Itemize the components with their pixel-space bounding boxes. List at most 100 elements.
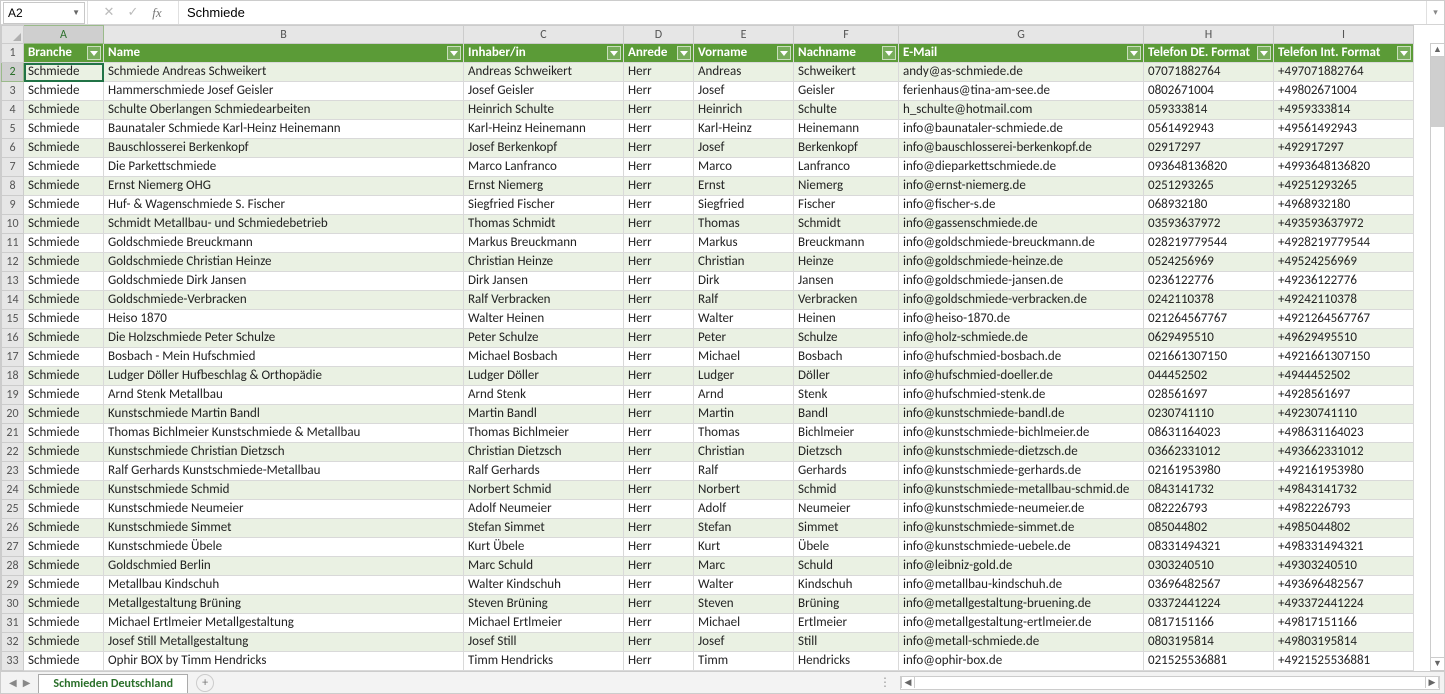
cell[interactable]: 059333814 xyxy=(1144,101,1274,120)
formula-input-wrap[interactable] xyxy=(179,1,1426,24)
cell[interactable]: Schmiede xyxy=(24,291,104,310)
cell[interactable]: info@baunataler-schmiede.de xyxy=(899,120,1144,139)
name-box-input[interactable] xyxy=(8,6,68,20)
column-header[interactable]: D xyxy=(624,26,694,44)
sheet-nav-next-icon[interactable]: ▶ xyxy=(23,676,31,689)
cell[interactable]: Schmiede xyxy=(24,557,104,576)
cell[interactable]: Ernst Niemerg OHG xyxy=(104,177,464,196)
cell[interactable]: 028561697 xyxy=(1144,386,1274,405)
cell[interactable]: +49230741110 xyxy=(1274,405,1414,424)
cell[interactable]: Bichlmeier xyxy=(794,424,899,443)
cell[interactable]: Schulte xyxy=(794,101,899,120)
cell[interactable]: Herr xyxy=(624,234,694,253)
fx-icon[interactable]: fx xyxy=(150,5,164,21)
cell[interactable]: 0230741110 xyxy=(1144,405,1274,424)
cell[interactable]: info@metall-schmiede.de xyxy=(899,633,1144,652)
cell[interactable]: info@bauschlosserei-berkenkopf.de xyxy=(899,139,1144,158)
table-header-cell[interactable]: Telefon Int. Format xyxy=(1274,44,1414,63)
cell[interactable]: +4968932180 xyxy=(1274,196,1414,215)
cell[interactable]: Martin xyxy=(694,405,794,424)
cell[interactable]: Herr xyxy=(624,63,694,82)
cell[interactable]: Josef Geisler xyxy=(464,82,624,101)
cell[interactable]: Timm xyxy=(694,652,794,671)
cell[interactable]: +4921661307150 xyxy=(1274,348,1414,367)
cell[interactable]: Thomas xyxy=(694,424,794,443)
cell[interactable]: info@kunstschmiede-neumeier.de xyxy=(899,500,1144,519)
cell[interactable]: 07071882764 xyxy=(1144,63,1274,82)
cell[interactable]: Hammerschmiede Josef Geisler xyxy=(104,82,464,101)
column-header[interactable]: G xyxy=(899,26,1144,44)
cell[interactable]: Ralf xyxy=(694,291,794,310)
cell[interactable]: Michael xyxy=(694,671,794,672)
cell[interactable]: Bauschlosserei Berkenkopf xyxy=(104,139,464,158)
cell[interactable]: Herr xyxy=(624,405,694,424)
cell[interactable]: 0843141732 xyxy=(1144,481,1274,500)
cell[interactable]: info@goldschmiede-verbracken.de xyxy=(899,291,1144,310)
expand-formula-bar-icon[interactable]: ▾ xyxy=(1426,1,1444,24)
row-header[interactable]: 27 xyxy=(2,538,24,557)
cell[interactable]: Kunstschmiede Simmet xyxy=(104,519,464,538)
cell[interactable]: 021525536881 xyxy=(1144,652,1274,671)
cell[interactable]: info@kunstschmiede-uebele.de xyxy=(899,538,1144,557)
filter-dropdown-icon[interactable] xyxy=(1257,46,1271,60)
cell[interactable]: Josef xyxy=(694,633,794,652)
cell[interactable]: 08331494321 xyxy=(1144,538,1274,557)
cell[interactable]: Dietzsch xyxy=(794,443,899,462)
cell[interactable]: Michael xyxy=(694,614,794,633)
row-header[interactable]: 16 xyxy=(2,329,24,348)
cell[interactable]: +4993648136820 xyxy=(1274,158,1414,177)
formula-input[interactable] xyxy=(187,5,1418,20)
table-header-cell[interactable]: Vorname xyxy=(694,44,794,63)
cell[interactable]: Fischer xyxy=(794,196,899,215)
filter-dropdown-icon[interactable] xyxy=(882,46,896,60)
cell[interactable]: Christian xyxy=(694,253,794,272)
cell[interactable]: Walter Heinen xyxy=(464,310,624,329)
cell[interactable]: info@holz-schmiede.de xyxy=(899,329,1144,348)
cell[interactable]: Walter xyxy=(694,576,794,595)
cell[interactable]: Bandl xyxy=(794,405,899,424)
filter-dropdown-icon[interactable] xyxy=(677,46,691,60)
cell[interactable]: +49561492943 xyxy=(1274,120,1414,139)
table-header-cell[interactable]: Nachname xyxy=(794,44,899,63)
cell[interactable]: Schmidt Metallbau- und Schmiedebetrieb xyxy=(104,215,464,234)
cell[interactable]: Ludger Döller xyxy=(464,367,624,386)
cell[interactable]: info@metallbau-kindschuh.de xyxy=(899,576,1144,595)
cell[interactable]: Niemerg xyxy=(794,177,899,196)
cell[interactable]: +4985044802 xyxy=(1274,519,1414,538)
cell[interactable]: Dirk xyxy=(694,272,794,291)
cell[interactable]: 03662331012 xyxy=(1144,443,1274,462)
cell[interactable]: Herr xyxy=(624,481,694,500)
cell[interactable]: +492917297 xyxy=(1274,139,1414,158)
cell[interactable]: Dirk Jansen xyxy=(464,272,624,291)
cell[interactable]: Ludger xyxy=(694,367,794,386)
cell[interactable]: Breuckmann xyxy=(794,234,899,253)
cell[interactable]: info@dieparkettschmiede.de xyxy=(899,158,1144,177)
cell[interactable]: Schmiede xyxy=(24,139,104,158)
row-header[interactable]: 25 xyxy=(2,500,24,519)
cell[interactable]: Thomas Bichlmeier xyxy=(464,424,624,443)
cell[interactable]: Ernst xyxy=(694,177,794,196)
cell[interactable]: Ludger Döller Hufbeschlag & Orthopädie xyxy=(104,367,464,386)
cell[interactable]: 0803195814 xyxy=(1144,633,1274,652)
spreadsheet-grid[interactable]: ABCDEFGHI 1BrancheNameInhaber/inAnredeVo… xyxy=(1,25,1414,671)
row-header[interactable]: 30 xyxy=(2,595,24,614)
cell[interactable]: Still xyxy=(794,633,899,652)
cell[interactable]: Herr xyxy=(624,215,694,234)
cell[interactable]: Heinen xyxy=(794,310,899,329)
cell[interactable]: Michael Bosbach xyxy=(464,348,624,367)
cell[interactable]: Schmiede Andreas Schweikert xyxy=(104,63,464,82)
table-header-cell[interactable]: E-Mail xyxy=(899,44,1144,63)
cell[interactable]: Christian Heinze xyxy=(464,253,624,272)
row-header[interactable]: 10 xyxy=(2,215,24,234)
cell[interactable]: +492161953980 xyxy=(1274,462,1414,481)
cell[interactable]: Marco xyxy=(694,158,794,177)
cell[interactable]: info@kunstschmiede-gerhards.de xyxy=(899,462,1144,481)
cell[interactable]: Marco Lanfranco xyxy=(464,158,624,177)
cell[interactable]: Schmiede xyxy=(24,500,104,519)
row-header[interactable]: 22 xyxy=(2,443,24,462)
cell[interactable]: Schmiede xyxy=(24,234,104,253)
cell[interactable]: 03696482567 xyxy=(1144,576,1274,595)
cell[interactable]: info@hufschmied-doeller.de xyxy=(899,367,1144,386)
cell[interactable]: 044452502 xyxy=(1144,367,1274,386)
cell[interactable]: Herr xyxy=(624,519,694,538)
